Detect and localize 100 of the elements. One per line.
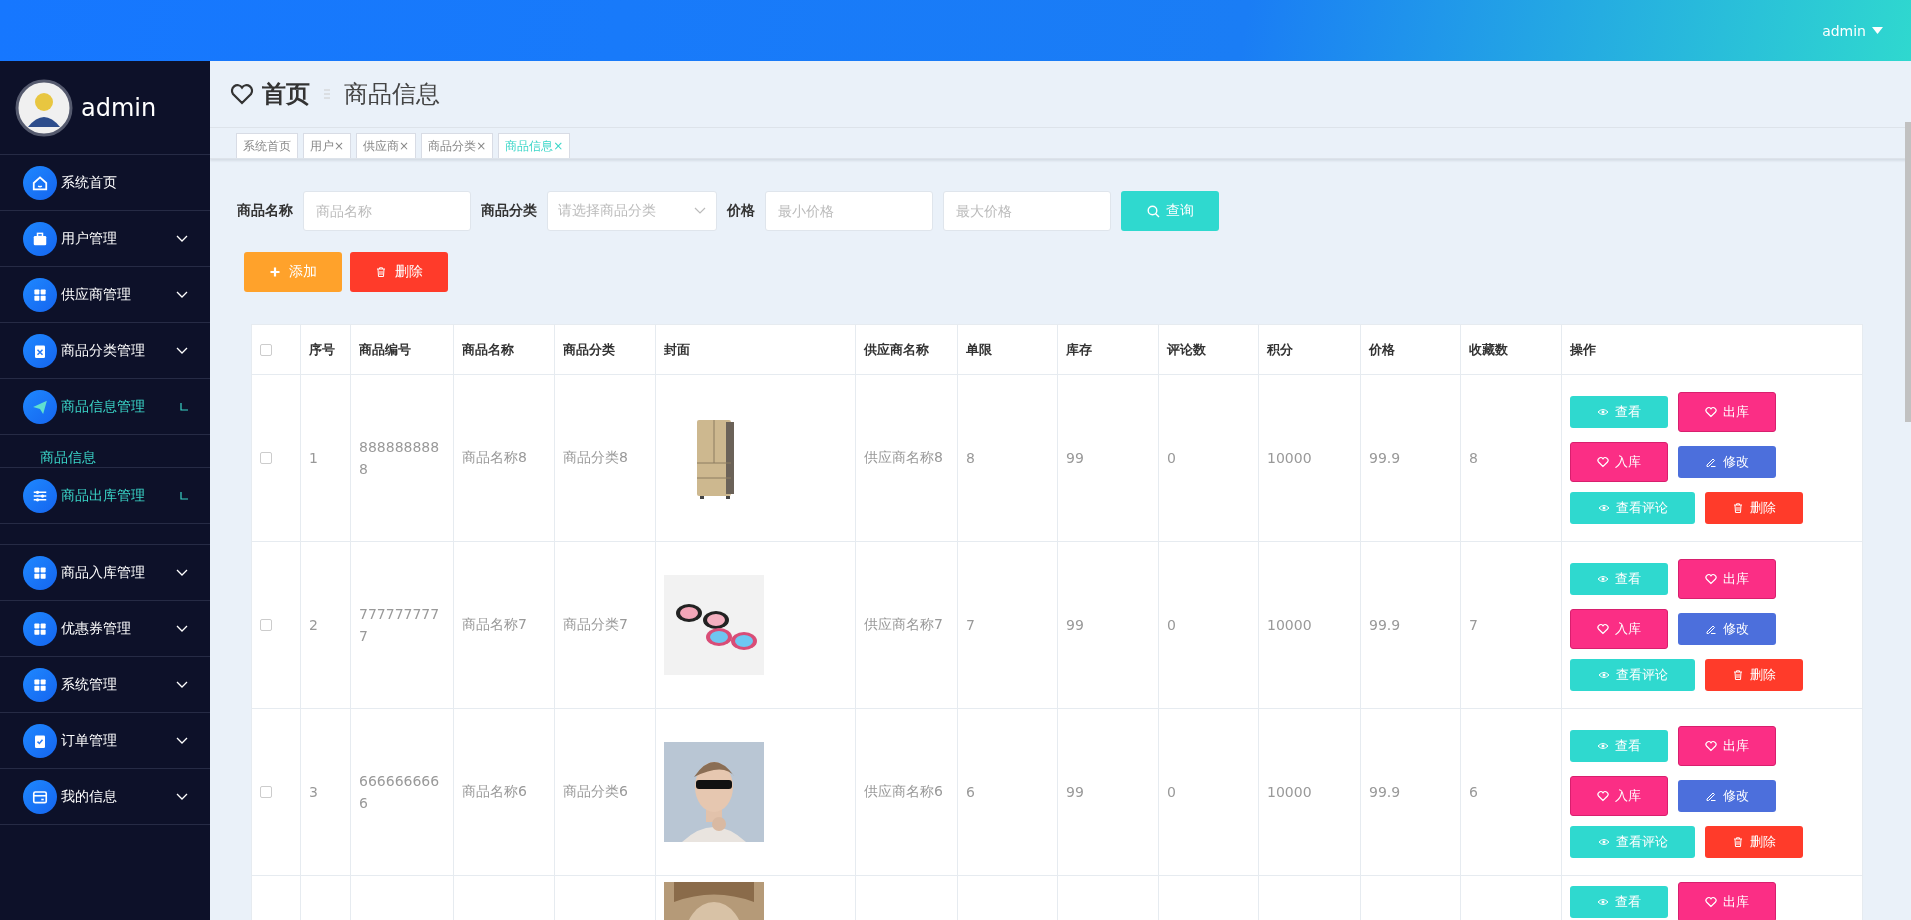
sidebar-item[interactable]: 商品入库管理 [0,545,210,601]
column-header: 商品名称 [453,324,555,375]
scrollbar[interactable] [1905,122,1911,422]
field-label: 价格 [727,202,755,220]
eye-icon [1597,740,1609,752]
heart-icon [1597,456,1609,468]
eye-icon [1597,502,1610,514]
column-header: 评论数 [1158,324,1259,375]
chevron-down-icon [176,290,188,299]
edit-button[interactable]: 修改 [1678,446,1776,478]
field-label: 商品分类 [481,202,537,220]
sliders-icon [23,478,57,513]
column-header: 单限 [957,324,1058,375]
briefcase-icon [23,221,57,256]
out-button[interactable]: 出库 [1678,882,1776,920]
profile-name: admin [81,93,157,122]
table-cell: 99.9 [1369,617,1401,633]
table-cell: 0 [1167,617,1176,633]
eye-icon [1597,573,1609,585]
delete-button[interactable]: 删除 [1705,826,1803,858]
pen-icon [1705,790,1717,802]
clipboard-icon [23,333,57,368]
out-button[interactable]: 出库 [1678,726,1776,766]
heart-icon [1705,896,1717,908]
table-cell: 10000 [1267,450,1312,466]
column-header: 封面 [655,324,856,375]
delete-button[interactable]: 删除 [1705,492,1803,524]
tab[interactable]: 系统首页 [236,133,298,158]
checkbox[interactable] [260,343,272,356]
delete-button[interactable]: 删除 [350,252,448,292]
table-cell: 8 [966,450,975,466]
tab[interactable]: 商品分类× [421,133,494,158]
input-field[interactable]: 最小价格 [765,191,933,231]
edit-button[interactable]: 修改 [1678,780,1776,812]
tab[interactable]: 用户× [303,133,352,158]
table-cell: 商品分类6 [563,783,628,799]
sidebar-item[interactable]: 商品出库管理 [0,468,210,524]
column-header: 操作 [1561,324,1863,375]
chevron-down-icon [176,680,188,689]
grid-icon [23,611,57,646]
checkbox[interactable] [260,619,272,631]
table-cell: 99 [1066,617,1084,633]
column-header: 收藏数 [1460,324,1562,375]
heart-icon [1597,790,1609,802]
paper-plane-icon [23,389,57,424]
column-header: 供应商名称 [855,324,958,375]
sidebar-item[interactable]: 系统首页 [0,155,210,211]
checkbox[interactable] [260,786,272,798]
sidebar-item[interactable]: 订单管理 [0,713,210,769]
table-cell: 0 [1167,784,1176,800]
sidebar-item[interactable]: 我的信息 [0,769,210,825]
input-field[interactable]: 最大价格 [943,191,1111,231]
table-cell: 6 [1469,784,1478,800]
input-field[interactable]: 商品名称 [303,191,471,231]
delete-button[interactable]: 删除 [1705,659,1803,691]
sidebar-item[interactable]: 供应商管理 [0,267,210,323]
table-cell: 商品名称8 [462,449,527,465]
chevron-down-icon [176,346,188,355]
sidebar-item[interactable]: 系统管理 [0,657,210,713]
table-cell: 99 [1066,784,1084,800]
table-cell: 商品名称6 [462,783,527,799]
table-cell: 供应商名称7 [864,616,943,632]
table-cell: 0 [1167,450,1176,466]
checkbox[interactable] [260,452,272,464]
out-button[interactable]: 出库 [1678,559,1776,599]
search-icon [1146,204,1160,218]
clipboard-check-icon [23,723,57,758]
sidebar-item[interactable]: 用户管理 [0,211,210,267]
sidebar-item[interactable]: 商品信息管理 [0,379,210,435]
table-cell: 2 [309,617,318,633]
table-cell: 供应商名称8 [864,449,943,465]
home-icon [23,165,57,200]
table-cell: 供应商名称6 [864,783,943,799]
in-button[interactable]: 入库 [1570,609,1668,649]
in-button[interactable]: 入库 [1570,776,1668,816]
eye-icon [1597,669,1610,681]
trash-icon [1732,836,1744,848]
edit-button[interactable]: 修改 [1678,613,1776,645]
chevron-down-icon [176,234,188,243]
tab[interactable]: 商品信息× [498,133,571,158]
sidebar-item[interactable]: 优惠券管理 [0,601,210,657]
tab[interactable]: 供应商× [356,133,417,158]
category-select[interactable]: 请选择商品分类 [547,191,717,231]
grid-icon [23,667,57,702]
heart-icon [1705,573,1717,585]
corner-icon [180,491,188,500]
column-header: 商品分类 [554,324,656,375]
grid-icon [23,277,57,312]
in-button[interactable]: 入库 [1570,442,1668,482]
out-button[interactable]: 出库 [1678,392,1776,432]
chevron-down-icon [176,624,188,633]
table-cell: 99.9 [1369,450,1401,466]
column-header: 库存 [1057,324,1159,375]
breadcrumb-home[interactable]: 首页 [262,78,310,110]
table-cell: 99 [1066,450,1084,466]
sidebar-item[interactable]: 商品分类管理 [0,323,210,379]
user-menu[interactable]: admin [1822,22,1883,39]
add-button[interactable]: 添加 [244,252,342,292]
heart-icon [1705,406,1717,418]
pen-icon [1705,623,1717,635]
